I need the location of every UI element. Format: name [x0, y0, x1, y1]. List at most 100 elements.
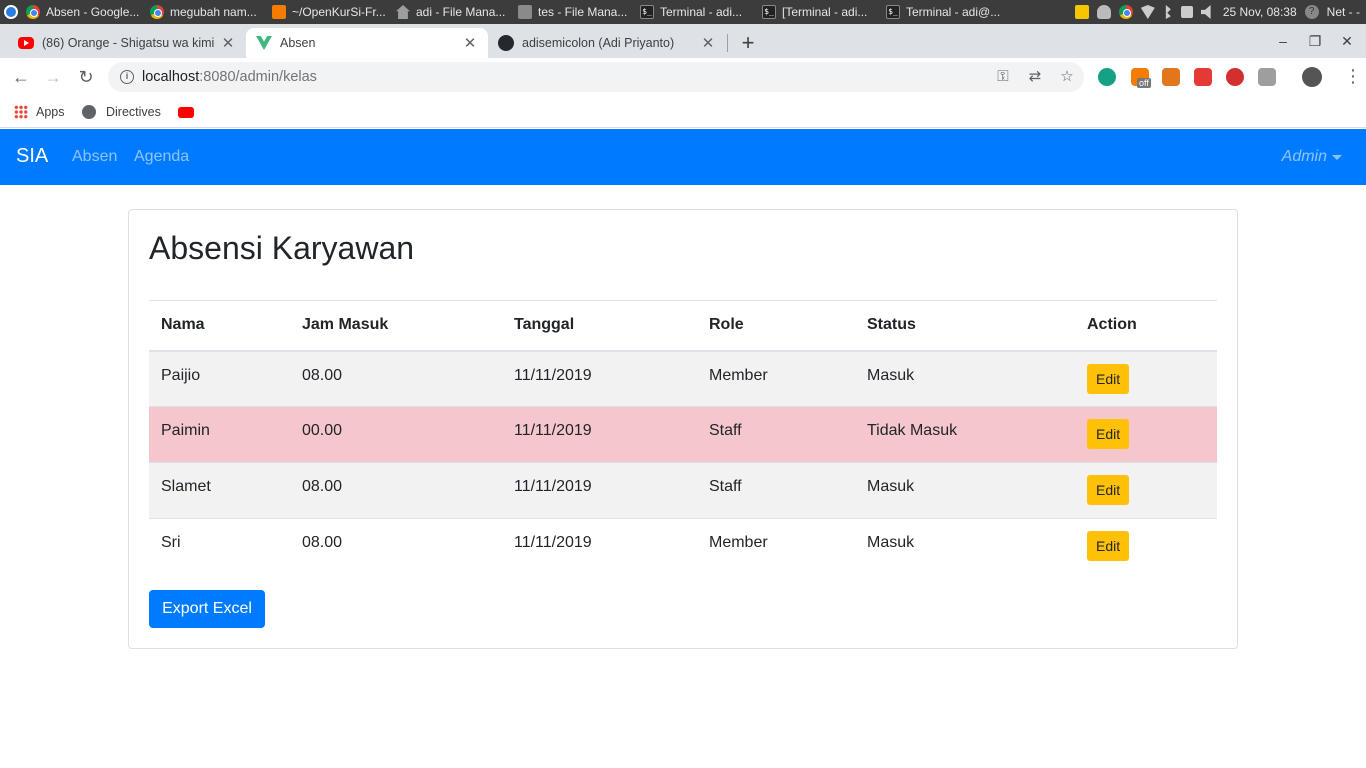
url-host: localhost [142, 69, 200, 85]
admin-label: Admin [1281, 148, 1327, 165]
github-icon [498, 35, 514, 51]
extension-yab-icon[interactable] [1226, 68, 1244, 86]
minimize-window-button[interactable]: – [1272, 30, 1294, 52]
sublime-icon [272, 5, 286, 19]
taskbar-window-8[interactable]: $_ Terminal - adi@... [882, 0, 1008, 24]
terminal-icon: $_ [762, 5, 776, 19]
cell-jam-masuk: 08.00 [290, 462, 502, 519]
cell-nama: Paimin [149, 406, 290, 463]
bookmark-star-icon[interactable]: ☆ [1058, 68, 1076, 86]
taskbar-window-1[interactable]: Absen - Google... [22, 0, 146, 24]
taskbar-window-label: ~/OpenKurSi-Fr... [292, 5, 386, 19]
browser-tab-strip: (86) Orange - Shigatsu wa kimi ✕ Absen ✕… [0, 24, 1366, 58]
url-text[interactable]: localhost:8080/admin/kelas [142, 69, 317, 85]
taskbar-window-label: adi - File Mana... [416, 5, 506, 19]
taskbar-window-label: tes - File Mana... [538, 5, 628, 19]
admin-dropdown[interactable]: Admin [1282, 148, 1342, 166]
column-header: Jam Masuk [290, 300, 502, 352]
nav-link-agenda[interactable]: Agenda [134, 148, 189, 166]
bookmark-label: Apps [36, 105, 65, 119]
cell-nama: Slamet [149, 462, 290, 519]
start-menu-button[interactable] [0, 0, 22, 24]
chrome-icon[interactable] [1118, 5, 1133, 19]
caret-down-icon [1332, 154, 1342, 160]
volume-icon[interactable] [1200, 5, 1211, 19]
edit-button[interactable]: Edit [1087, 531, 1130, 561]
system-tray: 25 Nov, 08:38 ? Net - - [1074, 0, 1366, 24]
browser-toolbar: ← → ↻ i localhost:8080/admin/kelas ⚿ ⇄ ☆… [0, 58, 1366, 96]
browser-tab-github[interactable]: adisemicolon (Adi Priyanto) ✕ [488, 28, 726, 58]
close-window-button[interactable]: ✕ [1336, 30, 1358, 52]
navbar-brand[interactable]: SIA [16, 145, 48, 168]
browser-tab-youtube[interactable]: (86) Orange - Shigatsu wa kimi ✕ [8, 28, 246, 58]
bookmark-apps[interactable]: Apps [14, 102, 65, 122]
taskbar-window-2[interactable]: megubah nam... [146, 0, 268, 24]
clock[interactable]: 25 Nov, 08:38 [1223, 5, 1297, 19]
help-icon[interactable]: ? [1304, 5, 1319, 19]
close-tab-icon[interactable]: ✕ [700, 34, 716, 52]
taskbar-window-6[interactable]: $_ Terminal - adi... [636, 0, 758, 24]
extension-gray-icon[interactable] [1258, 68, 1276, 86]
taskbar-window-label: [Terminal - adi... [782, 5, 868, 19]
taskbar-window-4[interactable]: adi - File Mana... [392, 0, 514, 24]
tab-title: adisemicolon (Adi Priyanto) [522, 36, 675, 50]
translate-icon[interactable]: ⇄ [1026, 68, 1044, 86]
table-row: Slamet 08.00 11/11/2019 Staff Masuk Edit [149, 462, 1217, 519]
metamask-icon[interactable] [1162, 68, 1180, 86]
extension-m-icon[interactable] [1098, 68, 1116, 86]
export-excel-button[interactable]: Export Excel [149, 590, 265, 628]
close-tab-icon[interactable]: ✕ [220, 34, 236, 52]
nav-link-absen[interactable]: Absen [72, 148, 117, 166]
wifi-icon[interactable] [1140, 5, 1155, 19]
cell-action: Edit [1075, 350, 1217, 407]
url-path: :8080/admin/kelas [199, 69, 317, 85]
site-info-icon[interactable]: i [120, 70, 134, 84]
cell-status: Tidak Masuk [855, 406, 1075, 463]
edit-button[interactable]: Edit [1087, 419, 1130, 449]
taskbar-window-3[interactable]: ~/OpenKurSi-Fr... [268, 0, 392, 24]
forward-button[interactable]: → [42, 66, 64, 88]
profile-avatar[interactable] [1302, 67, 1322, 87]
network-icon[interactable] [1180, 6, 1193, 18]
globe-icon [82, 105, 96, 119]
extension-badge: off [1137, 78, 1151, 88]
cell-status: Masuk [855, 350, 1075, 407]
extension-play-icon[interactable] [1194, 68, 1212, 86]
new-tab-button[interactable]: + [737, 32, 759, 54]
table-header-row: Nama Jam Masuk Tanggal Role Status Actio… [149, 300, 1217, 352]
browser-tab-absen[interactable]: Absen ✕ [246, 28, 488, 58]
attendance-card: Absensi Karyawan Nama Jam Masuk Tanggal … [128, 209, 1238, 649]
cell-tanggal: 11/11/2019 [502, 518, 697, 575]
notifications-muted-icon[interactable] [1096, 5, 1111, 19]
reload-button[interactable]: ↻ [75, 66, 97, 88]
restore-window-button[interactable]: ❐ [1304, 30, 1326, 52]
bookmark-youtube[interactable] [178, 102, 194, 122]
notes-icon[interactable] [1074, 5, 1089, 19]
cell-role: Member [697, 518, 855, 575]
cell-action: Edit [1075, 518, 1217, 575]
taskbar-window-label: megubah nam... [170, 5, 257, 19]
bookmark-directives[interactable]: Directives [82, 102, 161, 122]
column-header: Nama [149, 300, 290, 352]
edit-button[interactable]: Edit [1087, 363, 1130, 394]
taskbar-window-5[interactable]: tes - File Mana... [514, 0, 636, 24]
tab-title: Absen [280, 36, 316, 50]
bluetooth-icon[interactable] [1165, 5, 1171, 19]
app-navbar: SIA Absen Agenda Admin [0, 129, 1366, 185]
taskbar-window-7[interactable]: $_ [Terminal - adi... [758, 0, 882, 24]
key-icon[interactable]: ⚿ [994, 68, 1012, 86]
close-tab-icon[interactable]: ✕ [462, 34, 478, 52]
column-header: Status [855, 300, 1075, 352]
youtube-icon [18, 37, 34, 49]
start-icon [4, 5, 18, 19]
vue-icon [256, 36, 272, 50]
youtube-icon [178, 106, 194, 118]
edit-button[interactable]: Edit [1087, 475, 1130, 505]
cell-action: Edit [1075, 462, 1217, 519]
chrome-menu-icon[interactable]: ⋮ [1344, 66, 1362, 86]
chrome-icon [150, 5, 164, 19]
column-header: Role [697, 300, 855, 352]
tab-title: (86) Orange - Shigatsu wa kimi [42, 36, 214, 50]
address-bar[interactable]: i localhost:8080/admin/kelas ⚿ ⇄ ☆ [108, 62, 1084, 92]
back-button[interactable]: ← [10, 66, 32, 88]
